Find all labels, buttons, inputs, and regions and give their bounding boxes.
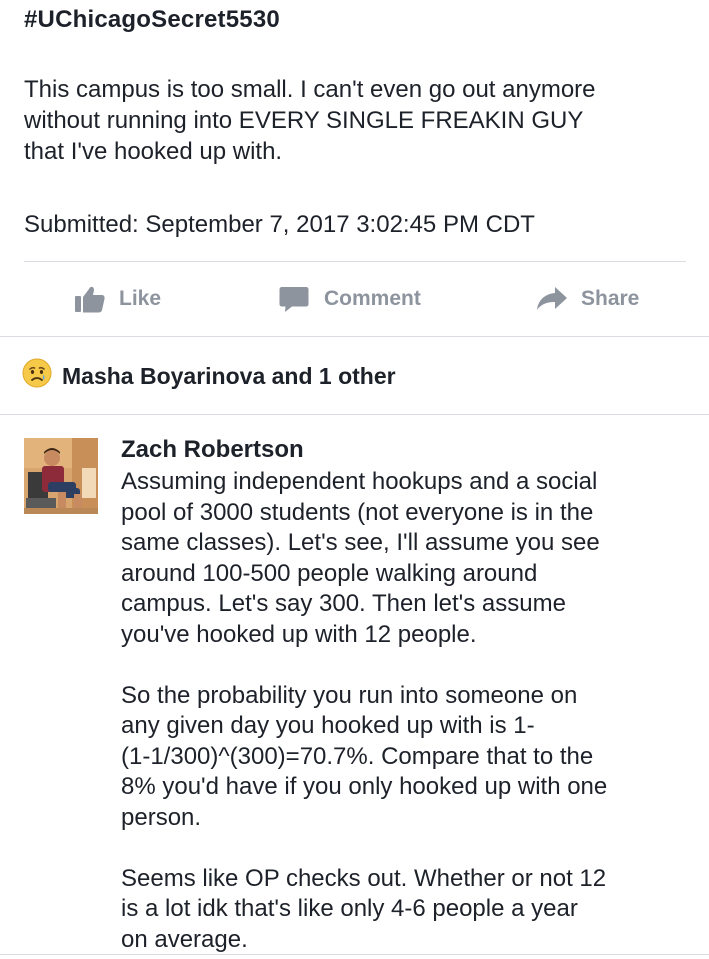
comment-line: person. xyxy=(121,803,202,831)
divider xyxy=(24,261,686,262)
comment-bubble-icon xyxy=(279,285,309,313)
sad-face-icon xyxy=(22,358,52,394)
comment-line: any given day you hooked up with is 1- xyxy=(121,712,535,739)
comment-body: Assuming independent hookups and a socia… xyxy=(121,467,701,955)
thumbs-up-icon xyxy=(75,285,105,313)
post-body-line: that I've hooked up with. xyxy=(24,138,283,165)
avatar[interactable] xyxy=(24,438,98,514)
reactions-summary[interactable]: Masha Boyarinova and 1 other xyxy=(22,356,396,396)
comment-line: around 100-500 people walking around xyxy=(121,559,538,587)
comment-line: you've hooked up with 12 people. xyxy=(121,620,477,648)
divider xyxy=(0,954,709,955)
action-bar: Like Comment Share xyxy=(0,272,709,326)
like-button[interactable]: Like xyxy=(75,272,161,326)
post-body: This campus is too small. I can't even g… xyxy=(24,74,694,167)
comment-line: Seems like OP checks out. Whether or not… xyxy=(121,864,607,892)
comment-line: Assuming independent hookups and a socia… xyxy=(121,468,598,495)
comment-line: is a lot idk that's like only 4-6 people… xyxy=(121,895,578,922)
post-body-line: This campus is too small. I can't even g… xyxy=(24,76,596,103)
comment-line: same classes). Let's see, I'll assume yo… xyxy=(121,529,600,556)
comment-line: So the probability you run into someone … xyxy=(121,681,578,709)
post-body-line: without running into EVERY SINGLE FREAKI… xyxy=(24,107,584,134)
comment-line: 8% you'd have if you only hooked up with… xyxy=(121,773,608,800)
comment-label: Comment xyxy=(324,287,421,310)
divider xyxy=(0,414,709,415)
comment-line: campus. Let's say 300. Then let's assume xyxy=(121,590,566,617)
share-button[interactable]: Share xyxy=(536,272,639,326)
like-label: Like xyxy=(119,287,162,310)
post-hashtag[interactable]: #UChicagoSecret5530 xyxy=(24,6,280,34)
comment-button[interactable]: Comment xyxy=(279,272,421,326)
reactions-text: Masha Boyarinova and 1 other xyxy=(62,362,396,389)
share-label: Share xyxy=(581,287,640,310)
comment-line: pool of 3000 students (not everyone is i… xyxy=(121,498,594,526)
divider xyxy=(0,336,709,337)
comment-author[interactable]: Zach Robertson xyxy=(121,436,304,464)
post-submitted-timestamp: Submitted: September 7, 2017 3:02:45 PM … xyxy=(24,211,535,238)
comment-line: on average. xyxy=(121,925,248,953)
share-arrow-icon xyxy=(536,286,568,312)
comment-line: (1-1/300)^(300)=70.7%. Compare that to t… xyxy=(121,742,594,770)
